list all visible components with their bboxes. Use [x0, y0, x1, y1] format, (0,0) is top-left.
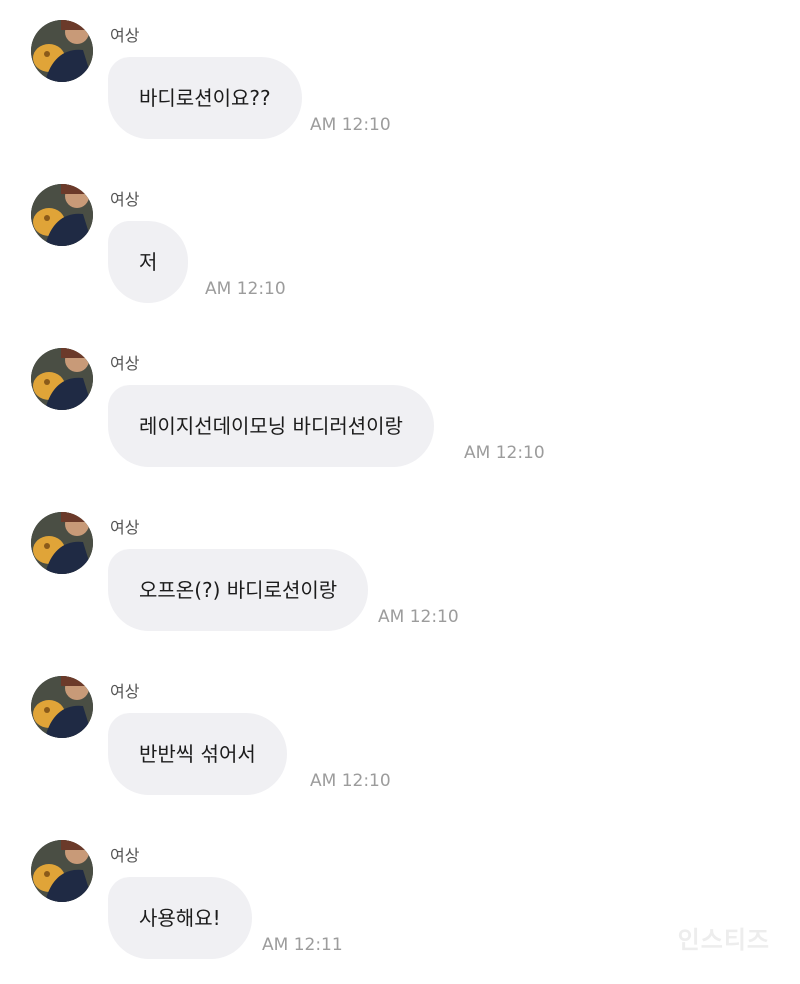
- sender-name: 여상: [110, 190, 140, 209]
- message-bubble[interactable]: 반반씩 섞어서: [108, 713, 287, 795]
- sender-name: 여상: [110, 354, 140, 373]
- message-bubble[interactable]: 사용해요!: [108, 877, 252, 959]
- message-bubble[interactable]: 바디로션이요??: [108, 57, 302, 139]
- message-bubble[interactable]: 저: [108, 221, 189, 303]
- message-time: AM 12:11: [262, 935, 343, 955]
- message-time: AM 12:10: [378, 607, 459, 627]
- avatar[interactable]: [31, 840, 93, 902]
- avatar-photo: [31, 840, 93, 902]
- avatar[interactable]: [31, 512, 93, 574]
- avatar-photo: [31, 20, 93, 82]
- sender-name: 여상: [110, 518, 140, 537]
- sender-name: 여상: [110, 26, 140, 45]
- avatar-photo: [31, 184, 93, 246]
- avatar[interactable]: [31, 348, 93, 410]
- message-row: 여상 바디로션이요?? AM 12:10: [0, 0, 800, 164]
- avatar-photo: [31, 348, 93, 410]
- message-row: 여상 사용해요! AM 12:11: [0, 820, 800, 984]
- message-time: AM 12:10: [205, 279, 286, 299]
- watermark: 인스티즈: [677, 926, 770, 954]
- avatar[interactable]: [31, 20, 93, 82]
- message-time: AM 12:10: [310, 115, 391, 135]
- message-time: AM 12:10: [310, 771, 391, 791]
- message-row: 여상 저 AM 12:10: [0, 164, 800, 328]
- message-bubble[interactable]: 오프온(?) 바디로션이랑: [108, 549, 369, 631]
- message-time: AM 12:10: [464, 443, 545, 463]
- avatar[interactable]: [31, 676, 93, 738]
- avatar-photo: [31, 676, 93, 738]
- message-row: 여상 반반씩 섞어서 AM 12:10: [0, 656, 800, 820]
- message-bubble[interactable]: 레이지선데이모닝 바디러션이랑: [108, 385, 434, 467]
- avatar-photo: [31, 512, 93, 574]
- sender-name: 여상: [110, 846, 140, 865]
- message-row: 여상 오프온(?) 바디로션이랑 AM 12:10: [0, 492, 800, 656]
- avatar[interactable]: [31, 184, 93, 246]
- message-row: 여상 레이지선데이모닝 바디러션이랑 AM 12:10: [0, 328, 800, 492]
- sender-name: 여상: [110, 682, 140, 701]
